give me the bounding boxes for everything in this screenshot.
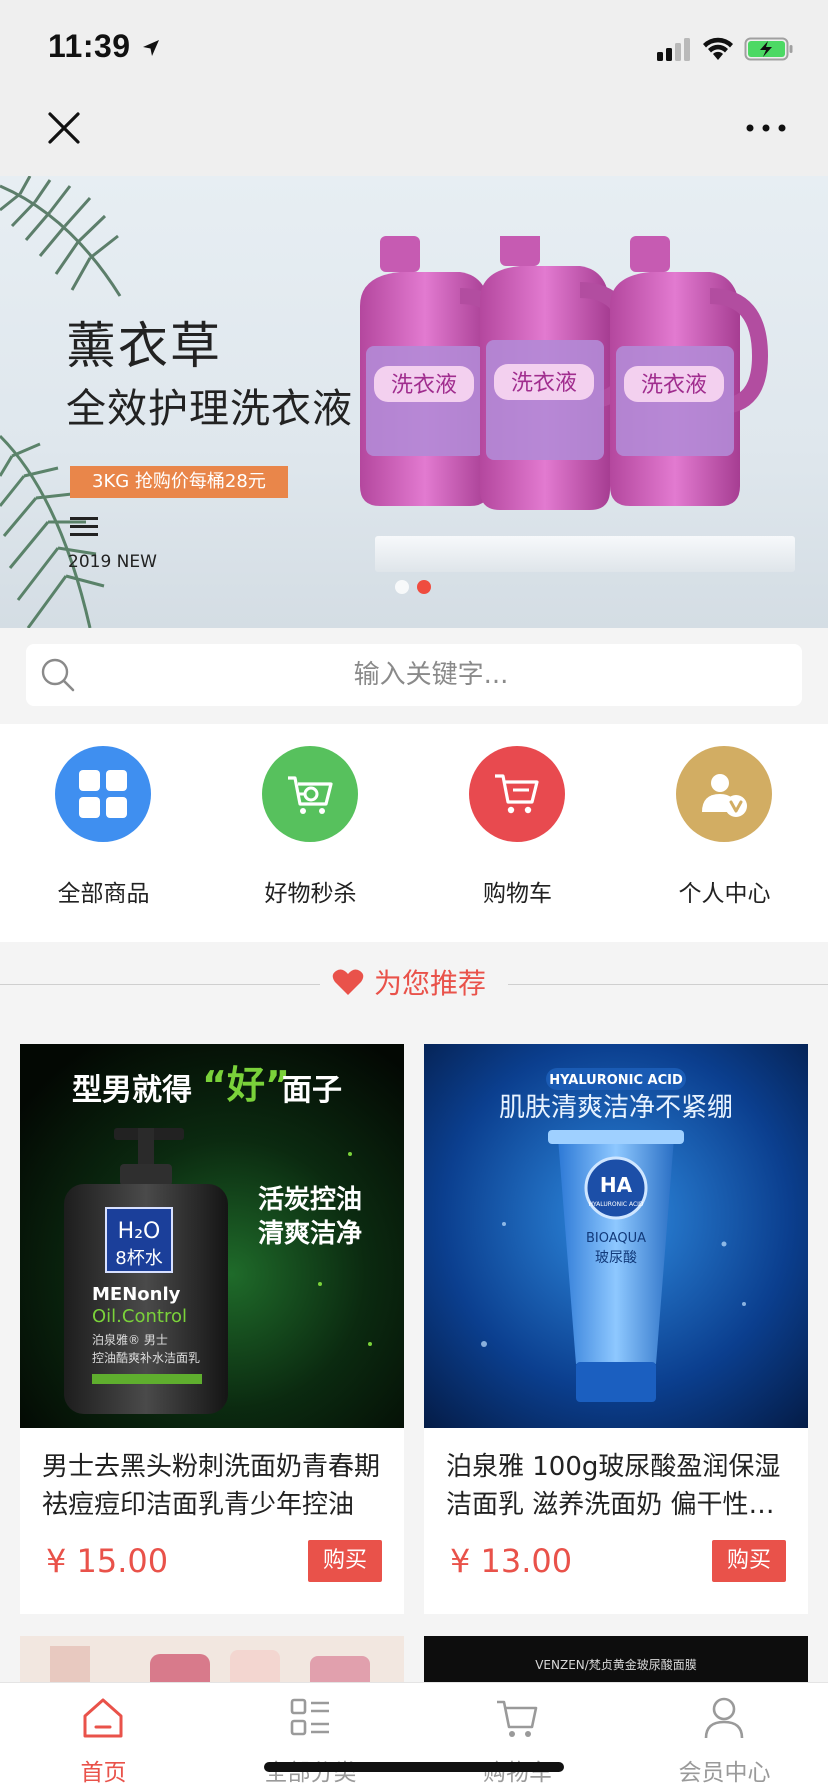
image-feature-2: 清爽洁净: [258, 1219, 362, 1249]
banner-title: 薰衣草: [66, 317, 222, 375]
bottom-tab-bar: 首页 全部分类 购物车 会员中心: [0, 1682, 828, 1792]
image-tube-brand: BIOAQUA: [586, 1231, 646, 1246]
category-list-icon: [290, 1698, 329, 1736]
image-badge: HYALURONIC ACID: [549, 1073, 683, 1088]
search-box[interactable]: [26, 644, 802, 706]
image-feature-1: 活炭控油: [258, 1185, 362, 1215]
product-image[interactable]: HYALURONIC ACID 肌肤清爽洁净不紧绷 HA HYALURONIC …: [424, 1044, 808, 1428]
cart-tag-icon: [288, 776, 333, 814]
battery-charging-icon: [744, 37, 793, 61]
tab-categories[interactable]: 全部分类: [207, 1683, 414, 1792]
bottle-label-3: 洗衣液: [641, 373, 707, 398]
search-input[interactable]: [86, 644, 776, 706]
cart-icon: [497, 1700, 538, 1737]
status-time: 11:39: [48, 28, 162, 65]
divider-line-right: [508, 984, 828, 985]
image-tube-sub: HYALURONIC ACID: [588, 1201, 643, 1208]
detergent-bottles-image: 洗衣液 洗衣液 洗衣液: [360, 236, 769, 510]
grid-icon: [79, 770, 127, 818]
close-icon[interactable]: [44, 108, 84, 148]
product-card[interactable]: HYALURONIC ACID 肌肤清爽洁净不紧绷 HA HYALURONIC …: [424, 1044, 808, 1614]
product-price: ¥ 15.00: [46, 1542, 169, 1580]
status-indicators: [656, 34, 794, 64]
nav-bar: [0, 90, 828, 176]
product-image[interactable]: 型男就得 “好” 面子 活炭控油 清爽洁净 H₂O 8杯水 MENonly Oi…: [20, 1044, 404, 1428]
more-options-icon[interactable]: [744, 118, 788, 138]
image-brand-line2: 8杯水: [115, 1248, 162, 1269]
quick-nav-icon-circle: [55, 746, 151, 842]
recommend-title-group: 为您推荐: [332, 962, 486, 1002]
status-bar: 11:39: [0, 0, 828, 90]
promo-banner[interactable]: 薰衣草 全效护理洗衣液 3KG 抢购价每桶28元 2019 NEW 洗衣液 洗衣…: [0, 176, 828, 628]
banner-menu-icon: [70, 517, 98, 536]
quick-nav-icon-circle: [262, 746, 358, 842]
quick-nav-flash-sale[interactable]: 好物秒杀: [207, 724, 414, 942]
image-headline-c: 面子: [282, 1073, 342, 1108]
quick-nav-profile[interactable]: 个人中心: [621, 724, 828, 942]
quick-nav-icon-circle: [469, 746, 565, 842]
image-brand-line1: H₂O: [118, 1219, 161, 1244]
buy-button[interactable]: 购买: [712, 1540, 786, 1582]
search-icon: [41, 658, 75, 692]
home-icon: [83, 1698, 123, 1738]
product-price: ¥ 13.00: [450, 1542, 573, 1580]
banner-year: 2019 NEW: [68, 552, 157, 572]
quick-nav-label: 购物车: [483, 881, 552, 907]
carousel-dots: [395, 580, 431, 594]
bottle-label-2: 洗衣液: [511, 371, 577, 396]
image-brand-line6: 控油酷爽补水洁面乳: [92, 1351, 200, 1365]
product-card[interactable]: 型男就得 “好” 面子 活炭控油 清爽洁净 H₂O 8杯水 MENonly Oi…: [20, 1044, 404, 1614]
quick-nav-all-products[interactable]: 全部商品: [0, 724, 207, 942]
tab-label: 会员中心: [678, 1760, 771, 1786]
recommend-header: 为您推荐: [0, 942, 828, 1024]
image-brand-line5: 泊泉雅® 男士: [92, 1332, 168, 1347]
image-headline-b: “好”: [202, 1063, 290, 1107]
image-tube-logo: HA: [600, 1173, 633, 1197]
product-name[interactable]: 男士去黑头粉刺洗面奶青春期祛痘痘印洁面乳青少年控油: [42, 1448, 387, 1524]
banner-price-tag: 3KG 抢购价每桶28元: [70, 466, 288, 498]
bottle-label-1: 洗衣液: [391, 373, 457, 398]
banner-pedestal: [375, 536, 795, 572]
recommend-title: 为您推荐: [374, 967, 487, 1000]
image-brand-line3: MENonly: [92, 1284, 181, 1305]
banner-subtitle: 全效护理洗衣液: [66, 386, 353, 432]
image-headline-a: 型男就得: [72, 1073, 192, 1108]
page: 11:39 薰衣草 全效护理洗衣液 3KG 抢购价每桶28元 2019 NEW …: [0, 0, 828, 1792]
carousel-dot[interactable]: [395, 580, 409, 594]
quick-nav: 全部商品 好物秒杀 购物车 个人中心: [0, 724, 828, 942]
member-icon: [704, 1697, 744, 1739]
tab-member-center[interactable]: 会员中心: [621, 1683, 828, 1792]
tab-cart[interactable]: 购物车: [414, 1683, 621, 1792]
search-section: [0, 628, 828, 724]
cleanser-men-image: 型男就得 “好” 面子 活炭控油 清爽洁净 H₂O 8杯水 MENonly Oi…: [20, 1044, 404, 1428]
partial-caption: VENZEN/梵贞黄金玻尿酸面膜: [535, 1658, 697, 1672]
home-indicator: [264, 1762, 564, 1772]
signal-icon: [657, 38, 690, 61]
product-name[interactable]: 泊泉雅 100g玻尿酸盈润保湿洁面乳 滋养洗面奶 偏干性肌肤: [446, 1448, 791, 1524]
divider-line-left: [0, 984, 320, 985]
quick-nav-label: 个人中心: [678, 881, 771, 907]
quick-nav-label: 好物秒杀: [264, 881, 357, 907]
wifi-icon: [703, 37, 733, 60]
buy-button[interactable]: 购买: [308, 1540, 382, 1582]
quick-nav-cart[interactable]: 购物车: [414, 724, 621, 942]
user-vip-icon: [702, 774, 747, 817]
image-brand-line4: Oil.Control: [92, 1306, 187, 1327]
heart-icon: [332, 969, 364, 995]
location-arrow-icon: [142, 40, 159, 56]
carousel-dot-active[interactable]: [417, 580, 431, 594]
quick-nav-icon-circle: [676, 746, 772, 842]
cart-icon: [495, 774, 539, 814]
quick-nav-label: 全部商品: [57, 881, 150, 907]
image-tube-cn: 玻尿酸: [595, 1250, 637, 1266]
hyaluronic-cleanser-image: HYALURONIC ACID 肌肤清爽洁净不紧绷 HA HYALURONIC …: [424, 1044, 808, 1428]
tab-home[interactable]: 首页: [0, 1683, 207, 1792]
image-headline: 肌肤清爽洁净不紧绷: [499, 1093, 733, 1123]
tab-label: 首页: [80, 1760, 127, 1786]
